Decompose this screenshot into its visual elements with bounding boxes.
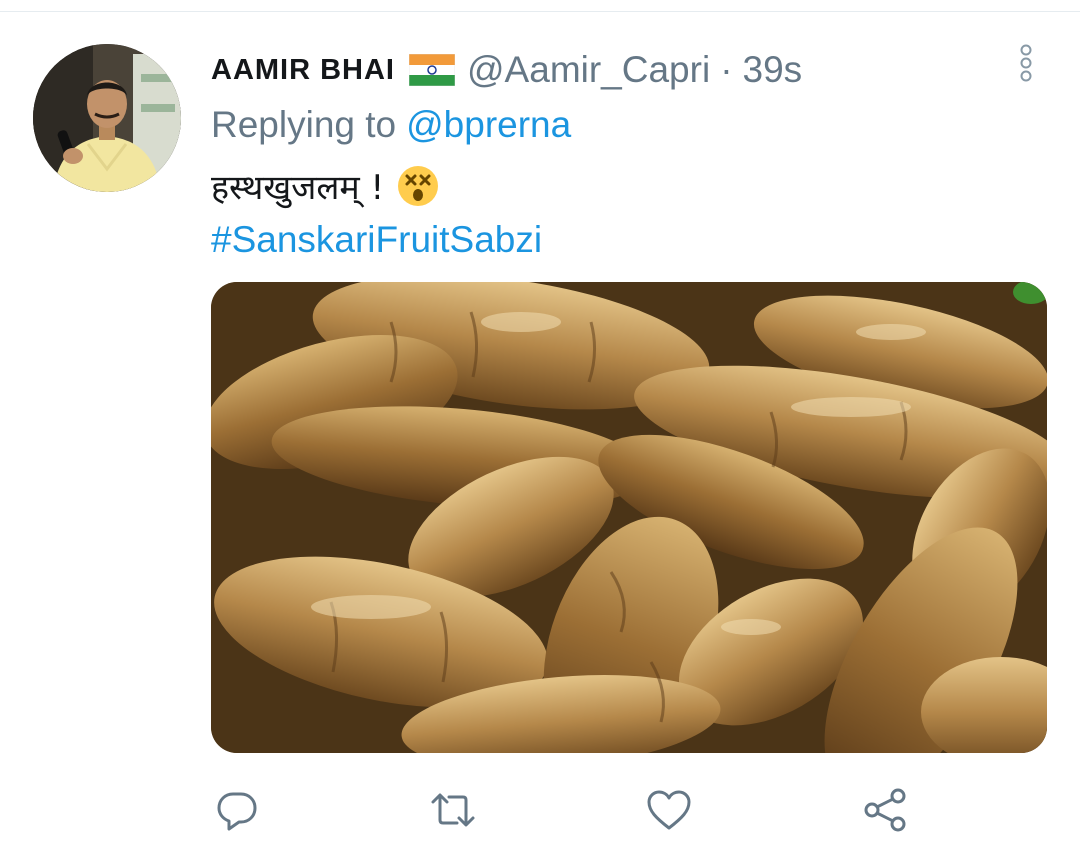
dizzy-face-emoji-icon [396, 164, 440, 208]
avatar[interactable] [33, 44, 181, 192]
replying-prefix: Replying to [211, 104, 397, 145]
hashtag-link[interactable]: #SanskariFruitSabzi [211, 215, 542, 265]
tweet-body: हस्थखुजलम् ! [211, 160, 440, 212]
yam-roots-photo [211, 282, 1047, 753]
share-icon[interactable] [861, 786, 909, 834]
user-handle[interactable]: @Aamir_Capri [467, 49, 710, 91]
tweet-media-image[interactable] [211, 282, 1047, 753]
india-flag-icon [408, 53, 456, 87]
replying-to-line: Replying to @bprerna [211, 100, 571, 150]
reply-icon[interactable] [213, 786, 261, 834]
replying-to-handle[interactable]: @bprerna [406, 104, 571, 146]
display-name[interactable]: AAMIR BHAI [211, 54, 395, 87]
heart-icon[interactable] [645, 786, 693, 834]
tweet-actions [0, 780, 1080, 840]
separator-dot: · [720, 49, 733, 90]
tweet[interactable]: AAMIR BHAI @Aamir_Capri · 39s Replying t… [0, 0, 1080, 861]
timestamp[interactable]: 39s [743, 49, 803, 91]
tweet-header: AAMIR BHAI @Aamir_Capri · 39s [211, 42, 802, 98]
retweet-icon[interactable] [429, 786, 477, 834]
more-vertical-icon[interactable] [1012, 42, 1040, 84]
tweet-text: हस्थखुजलम् ! [211, 168, 385, 208]
